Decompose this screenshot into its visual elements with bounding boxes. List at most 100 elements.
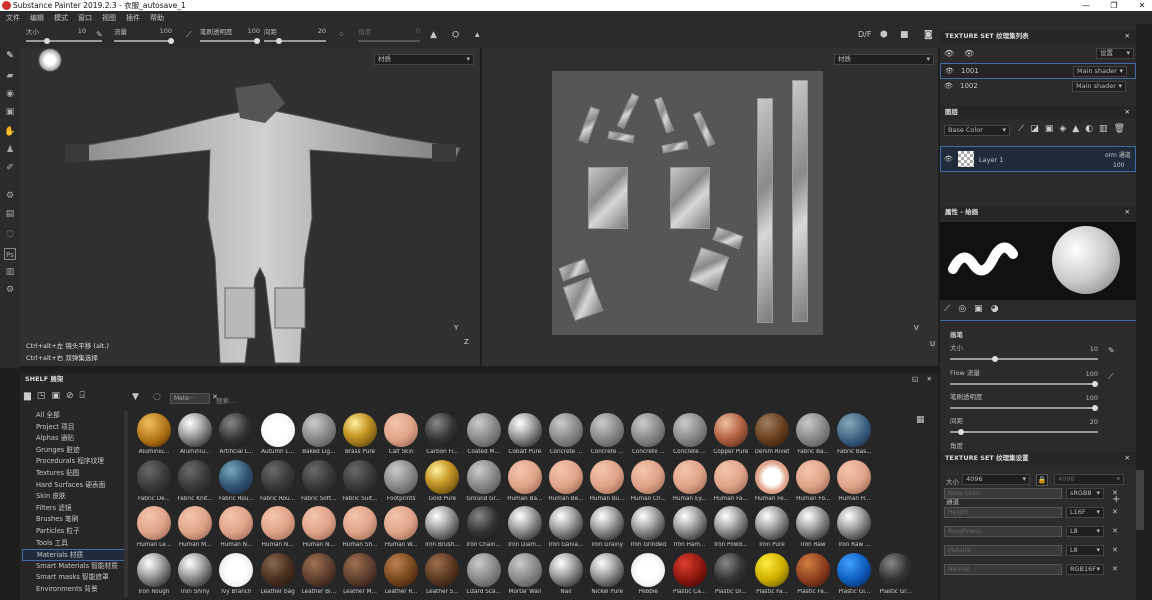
material-item[interactable]: Coated M... — [464, 413, 504, 455]
hide-icon[interactable]: ⊘ — [66, 391, 80, 401]
lazy-mouse-icon[interactable]: ⛭ — [452, 30, 459, 40]
material-item[interactable]: Human Be... — [546, 459, 586, 502]
channel-row[interactable]: Height L16F ✕ — [944, 507, 1134, 521]
eye-icon[interactable]: 👁 — [945, 67, 954, 75]
clone-stamp-icon[interactable]: ♟ — [4, 144, 16, 156]
material-item[interactable]: Human N... — [258, 506, 298, 548]
display-icon[interactable]: ▤ — [4, 208, 16, 220]
projection-icon[interactable]: ◉ — [4, 88, 16, 100]
material-item[interactable]: Concrete ... — [546, 413, 586, 455]
shelf-category[interactable]: All 全部 — [20, 410, 126, 422]
material-item[interactable]: Human Ba... — [505, 459, 545, 502]
material-item[interactable]: Human Sh... — [340, 506, 380, 548]
pen-pressure-icon[interactable]: ✎ — [1108, 346, 1115, 355]
opacity-slider[interactable] — [200, 38, 260, 44]
material-item[interactable]: Leather R... — [381, 552, 421, 595]
angle-value[interactable]: 0 — [400, 27, 420, 35]
channel-format-dropdown[interactable]: L16F — [1066, 507, 1104, 518]
close-icon[interactable]: ✕ — [1132, 0, 1152, 11]
material-item[interactable]: Fabric Rou... — [216, 459, 256, 502]
remove-channel-icon[interactable]: ✕ — [1112, 527, 1118, 535]
eraser-icon[interactable]: ▰ — [4, 70, 16, 82]
layer-row[interactable]: 👁 Layer 1 orm 通道 100 — [940, 146, 1136, 172]
shelf-category[interactable]: Skin 皮肤 — [20, 491, 126, 503]
material-item[interactable]: Fabric Knit... — [175, 459, 215, 502]
add-paint-layer-icon[interactable]: ▣ — [1045, 124, 1060, 134]
lock-icon[interactable]: 🔒 — [1036, 474, 1048, 486]
smudge-icon[interactable]: ✋ — [4, 126, 16, 138]
size-slider[interactable] — [26, 38, 102, 44]
material-item[interactable]: Denim Rivet — [752, 413, 792, 455]
shelf-category[interactable]: Procedurals 程序纹理 — [20, 456, 126, 468]
close-icon[interactable]: ✕ — [1125, 30, 1130, 43]
material-item[interactable]: Human Fa... — [711, 459, 751, 502]
material-item[interactable]: Iron Galva... — [546, 506, 586, 548]
menu-help[interactable]: 帮助 — [150, 13, 164, 23]
paint-brush-icon[interactable]: ✎ — [4, 50, 16, 62]
material-item[interactable]: Fabric Soft... — [299, 459, 339, 502]
material-item[interactable]: Iron Raw — [793, 506, 833, 548]
material-item[interactable]: Cobalt Pure — [505, 413, 545, 455]
pen-pressure-icon[interactable]: ✎ — [96, 30, 103, 39]
material-item[interactable]: Leather Bi... — [299, 552, 339, 595]
layer-opacity[interactable]: 100 — [1113, 162, 1124, 169]
export-icon[interactable]: ▥ — [4, 266, 16, 278]
material-item[interactable]: Plastic Gl... — [834, 552, 874, 595]
eye-icon[interactable]: 👁 — [944, 82, 953, 90]
material-item[interactable]: Lizard Sca... — [464, 552, 504, 595]
material-item[interactable]: Iron Shiny — [175, 552, 215, 595]
shelf-category[interactable]: Filters 滤镜 — [20, 503, 126, 515]
material-item[interactable]: Fabric Ba... — [793, 413, 833, 455]
maximize-icon[interactable]: ❐ — [1104, 0, 1124, 11]
material-tab-icon[interactable]: ◕ — [991, 304, 1007, 314]
material-item[interactable]: Iron Rough — [134, 552, 174, 595]
material-item[interactable]: Fabric Suit... — [340, 459, 380, 502]
material-item[interactable]: Human Fe... — [752, 459, 792, 502]
material-item[interactable]: Iron Chain... — [464, 506, 504, 548]
material-item[interactable]: Iron Pure — [752, 506, 792, 548]
material-item[interactable]: Iron Grinded — [628, 506, 668, 548]
shelf-category[interactable]: Particles 粒子 — [20, 526, 126, 538]
param-opacity[interactable]: 笔刷透明度 100 — [950, 391, 1100, 415]
material-item[interactable]: Human Ey... — [670, 459, 710, 502]
size-value[interactable]: 10 — [66, 27, 86, 35]
close-icon[interactable]: ✕ — [1125, 452, 1130, 465]
cursor-icon[interactable]: ▴ — [475, 30, 480, 40]
texture-size-dropdown[interactable]: 4096 — [962, 474, 1030, 485]
shelf-category[interactable]: Grunges 脏迹 — [20, 445, 126, 457]
pen-pressure-icon[interactable]: ⟋ — [1108, 372, 1114, 382]
material-item[interactable]: Iron Diam... — [505, 506, 545, 548]
opacity-value[interactable]: 100 — [240, 27, 260, 35]
shelf-category[interactable]: Smart Materials 智能材质 — [20, 561, 126, 573]
material-item[interactable]: Leather S... — [422, 552, 462, 595]
material-item[interactable]: Ivy Branch — [216, 552, 256, 595]
eye-icon[interactable]: 👁 — [944, 155, 953, 163]
menu-file[interactable]: 文件 — [6, 13, 20, 23]
material-item[interactable]: Aluminiu... — [175, 413, 215, 455]
material-item[interactable]: Human Fo... — [793, 459, 833, 502]
material-item[interactable]: Baked Lig... — [299, 413, 339, 455]
material-item[interactable]: Iron Raw ... — [834, 506, 874, 548]
channel-format-dropdown[interactable]: L8 — [1066, 526, 1104, 537]
material-item[interactable]: Pebble — [628, 552, 668, 595]
material-dropdown-3d[interactable]: 材质 — [374, 54, 474, 65]
smart-material-icon[interactable]: ◐ — [1085, 124, 1099, 134]
symmetry-icon[interactable]: ▲ — [430, 30, 437, 40]
shelf-category[interactable]: Environments 背景 — [20, 584, 126, 596]
material-item[interactable]: Footprints — [381, 459, 421, 502]
screenshot-icon[interactable]: ◙ — [924, 30, 933, 40]
material-item[interactable]: Copper Pure — [711, 413, 751, 455]
menu-plugins[interactable]: 插件 — [126, 13, 140, 23]
material-item[interactable]: Aluminiu... — [134, 413, 174, 455]
shelf-category[interactable]: Textures 贴图 — [20, 468, 126, 480]
delete-icon[interactable]: 🗑 — [1114, 124, 1131, 134]
flow-slider[interactable] — [114, 38, 174, 44]
material-item[interactable]: Brass Pure — [340, 413, 380, 455]
menu-edit[interactable]: 编辑 — [30, 13, 44, 23]
remove-channel-icon[interactable]: ✕ — [1112, 489, 1118, 497]
flow-value[interactable]: 100 — [152, 27, 172, 35]
channel-format-dropdown[interactable]: sRGB8 — [1066, 488, 1104, 499]
menu-mode[interactable]: 模式 — [54, 13, 68, 23]
import-icon[interactable]: ▣ — [51, 391, 66, 401]
shader-dropdown[interactable]: Main shader — [1072, 81, 1126, 92]
